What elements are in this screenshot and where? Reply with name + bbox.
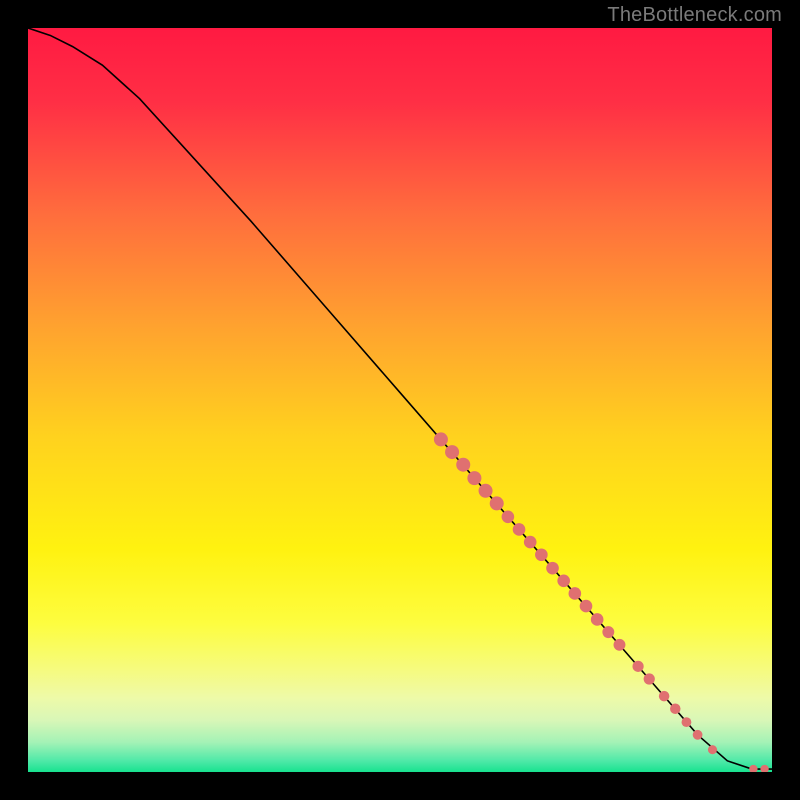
data-marker	[502, 511, 515, 524]
data-marker	[644, 673, 655, 684]
plot-area	[28, 28, 772, 772]
data-marker	[479, 484, 493, 498]
data-marker	[682, 717, 692, 727]
data-marker	[670, 704, 681, 715]
data-marker	[614, 639, 626, 651]
data-marker	[580, 600, 593, 613]
data-marker	[456, 458, 470, 472]
data-marker	[535, 548, 548, 561]
data-marker	[569, 587, 582, 600]
data-marker	[445, 445, 459, 459]
chart-svg	[28, 28, 772, 772]
data-marker	[659, 691, 670, 702]
data-marker	[524, 536, 537, 549]
data-marker	[632, 661, 643, 672]
attribution-label: TheBottleneck.com	[607, 4, 782, 27]
data-marker	[434, 432, 448, 446]
data-marker	[557, 574, 570, 587]
data-marker	[708, 745, 717, 754]
chart-frame: TheBottleneck.com	[0, 0, 800, 800]
data-marker	[693, 730, 703, 740]
data-marker	[602, 626, 614, 638]
data-marker	[490, 496, 504, 510]
data-marker	[467, 471, 481, 485]
gradient-background	[28, 28, 772, 772]
data-marker	[546, 562, 559, 575]
data-marker	[513, 523, 526, 536]
data-marker	[591, 613, 604, 626]
